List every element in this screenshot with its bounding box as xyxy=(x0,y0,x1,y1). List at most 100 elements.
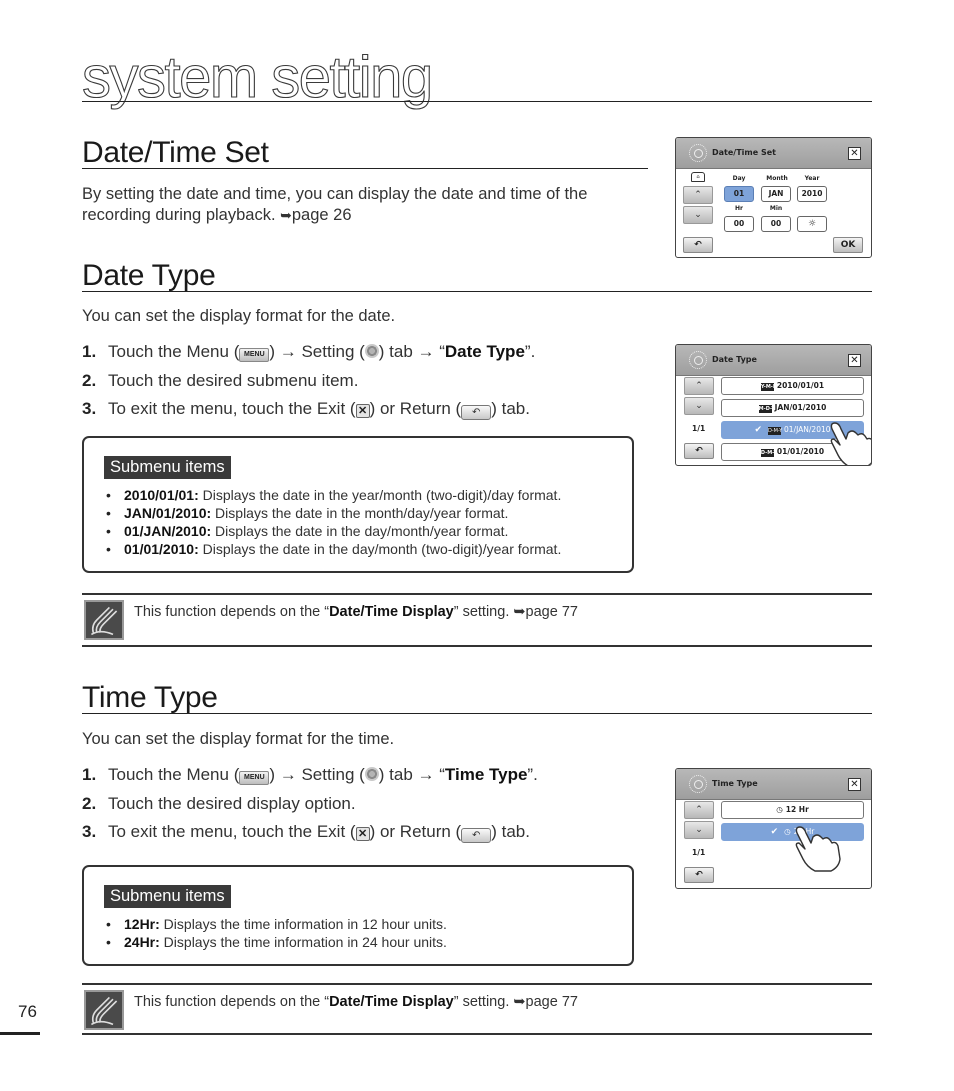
home-icon: ⌂ xyxy=(691,172,705,182)
page-ref-link[interactable]: page 77 xyxy=(526,604,578,620)
section-rule xyxy=(82,291,872,292)
note-text-part: This function depends on the “ xyxy=(134,994,330,1010)
note-rule xyxy=(82,1033,872,1035)
step-text: ) tab → “ xyxy=(378,765,445,784)
page-ref-link[interactable]: page 77 xyxy=(526,994,578,1010)
step-text: To exit the menu, touch the Exit ( xyxy=(108,822,356,841)
submenu-desc: Displays the date in the month/day/year … xyxy=(211,505,509,521)
gear-icon xyxy=(689,775,707,793)
submenu-desc: Displays the date in the day/month/year … xyxy=(211,523,509,539)
step-text: Touch the Menu ( xyxy=(108,765,240,784)
step-2: 2. Touch the desired submenu item. xyxy=(82,370,642,399)
up-button[interactable]: ⌃ xyxy=(683,186,713,204)
screen-header: Time Type ✕ xyxy=(676,769,871,800)
dst-button[interactable]: ☼ xyxy=(797,216,827,232)
ok-button[interactable]: OK xyxy=(833,237,863,253)
hr-field[interactable]: 00 xyxy=(724,216,754,232)
submenu-desc: Displays the date in the year/month (two… xyxy=(198,487,562,503)
menu-icon: MENU xyxy=(239,348,270,362)
date-format-icon: D-M-Y xyxy=(760,449,778,457)
clock-icon: ◷ xyxy=(784,827,791,836)
step-text: ”. xyxy=(524,342,536,361)
submenu-term: 01/JAN/2010: xyxy=(124,523,212,539)
page-ref-link[interactable]: page 26 xyxy=(292,206,352,224)
return-button[interactable]: ↶ xyxy=(683,237,713,253)
step-text: To exit the menu, touch the Exit ( xyxy=(108,399,356,418)
submenu-desc: Displays the date in the day/month (two-… xyxy=(198,541,562,557)
step-text: ) or Return ( xyxy=(369,822,462,841)
section-heading-time-type: Time Type xyxy=(82,681,218,714)
month-field[interactable]: JAN xyxy=(761,186,791,202)
setting-gear-icon xyxy=(364,767,379,781)
menu-item-name: Time Type xyxy=(444,765,528,784)
page-number: 76 xyxy=(18,1002,37,1021)
section-rule xyxy=(82,168,648,169)
note-text-part: ” setting. xyxy=(453,604,514,620)
day-label: Day xyxy=(732,175,746,182)
down-button[interactable]: ⌄ xyxy=(684,821,714,839)
screen-title: Date/Time Set xyxy=(712,148,776,157)
submenu-term: 01/01/2010: xyxy=(124,541,199,557)
step-3: 3. To exit the menu, touch the Exit (✕) o… xyxy=(82,398,642,427)
menu-item-name: Date Type xyxy=(444,342,525,361)
close-button[interactable]: ✕ xyxy=(848,778,861,791)
submenu-desc: Displays the time information in 24 hour… xyxy=(159,934,447,950)
touch-hand-icon xyxy=(795,826,841,872)
chapter-title-rule xyxy=(82,101,872,102)
screen-title: Time Type xyxy=(712,779,758,788)
screen-title: Date Type xyxy=(712,355,757,364)
option-2010-01-01[interactable]: Y-M-D2010/01/01 xyxy=(721,377,864,395)
page-indicator: 1/1 xyxy=(692,848,706,857)
step-number: 2. xyxy=(82,793,97,813)
screen-time-type: Time Type ✕ ⌃ ⌄ 1/1 ↶ ◷12 Hr ✔◷24 Hr xyxy=(675,768,872,889)
submenu-item: 01/JAN/2010: Displays the date in the da… xyxy=(104,522,561,540)
min-field[interactable]: 00 xyxy=(761,216,791,232)
return-button[interactable]: ↶ xyxy=(684,867,714,883)
note-setting-name: Date/Time Display xyxy=(329,604,454,620)
option-jan-01-2010[interactable]: M-D-YJAN/01/2010 xyxy=(721,399,864,417)
step-text: Touch the desired display option. xyxy=(108,793,356,813)
step-text: ) → Setting ( xyxy=(269,765,365,784)
touch-hand-icon xyxy=(830,422,871,465)
year-field[interactable]: 2010 xyxy=(797,186,827,202)
check-icon: ✔ xyxy=(754,425,763,435)
gear-icon xyxy=(689,144,707,162)
step-number: 3. xyxy=(82,822,97,841)
note-pencil-icon xyxy=(84,600,124,640)
check-icon: ✔ xyxy=(770,827,779,837)
note-text-part: ” setting. xyxy=(453,994,514,1010)
submenu-term: 24Hr: xyxy=(124,934,160,950)
screen-date-type: Date Type ✕ ⌃ ⌄ 1/1 ↶ Y-M-D2010/01/01 M-… xyxy=(675,344,872,466)
up-button[interactable]: ⌃ xyxy=(684,801,714,819)
date-time-set-description: By setting the date and time, you can di… xyxy=(82,184,642,226)
submenu-items-tag: Submenu items xyxy=(104,885,231,908)
down-button[interactable]: ⌄ xyxy=(683,206,713,224)
submenu-list: 12Hr: Displays the time information in 1… xyxy=(104,915,447,951)
note-time-type: This function depends on the “Date/Time … xyxy=(82,983,872,1037)
note-text: This function depends on the “Date/Time … xyxy=(134,994,578,1010)
close-button[interactable]: ✕ xyxy=(848,354,861,367)
screen-date-time-set: Date/Time Set ✕ ⌂ ⌃ ⌄ Day Month Year 01 … xyxy=(675,137,872,258)
time-type-steps: 1. Touch the Menu (MENU) → Setting ( ) tab… xyxy=(82,764,642,850)
step-number: 1. xyxy=(82,342,97,361)
gear-icon xyxy=(689,351,707,369)
option-12hr[interactable]: ◷ 12 Hr xyxy=(721,801,864,819)
date-format-icon: D-M-Y xyxy=(768,427,783,435)
step-text: ) tab. xyxy=(491,399,530,418)
submenu-term: JAN/01/2010: xyxy=(124,505,212,521)
menu-icon: MENU xyxy=(239,771,270,785)
step-number: 1. xyxy=(82,765,97,784)
up-button[interactable]: ⌃ xyxy=(684,377,714,395)
dst-sun-icon: ☼ xyxy=(807,219,817,229)
screen-header: Date Type ✕ xyxy=(676,345,871,376)
submenu-term: 12Hr: xyxy=(124,916,160,932)
step-text: Touch the Menu ( xyxy=(108,342,240,361)
note-setting-name: Date/Time Display xyxy=(329,994,454,1010)
down-button[interactable]: ⌄ xyxy=(684,397,714,415)
date-type-steps: 1. Touch the Menu (MENU) → Setting () tab… xyxy=(82,341,642,427)
close-button[interactable]: ✕ xyxy=(848,147,861,160)
day-field[interactable]: 01 xyxy=(724,186,754,202)
step-3: 3. To exit the menu, touch the Exit (✕) o… xyxy=(82,821,642,850)
setting-gear-icon xyxy=(364,344,379,358)
return-button[interactable]: ↶ xyxy=(684,443,714,459)
